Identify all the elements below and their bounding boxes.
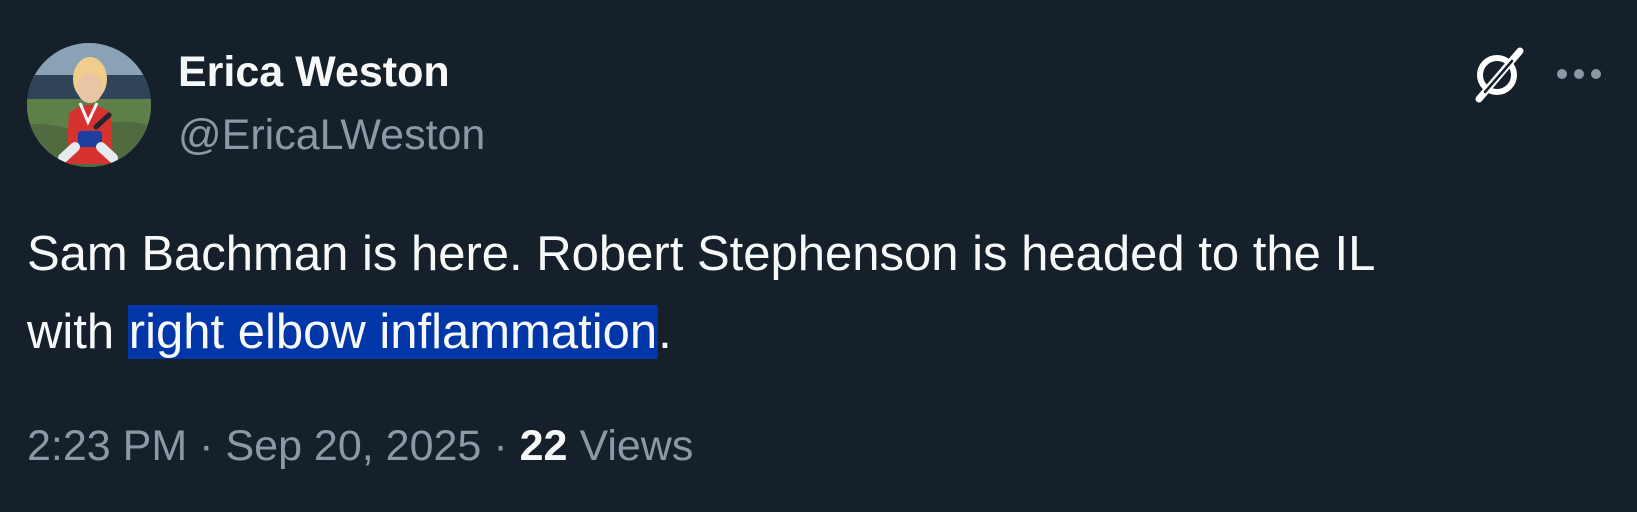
author-handle[interactable]: @EricaLWeston [178,109,485,161]
tweet-meta: 2:23 PM · Sep 20, 2025 · 22 Views [27,416,693,476]
tweet-time[interactable]: 2:23 PM [27,422,187,470]
avatar[interactable] [27,43,151,167]
tweet-text: Sam Bachman is here. Robert Stephenson i… [27,215,1587,371]
views-label[interactable]: Views [579,422,693,470]
more-icon[interactable] [1553,58,1605,90]
meta-separator: · [199,422,214,470]
grok-icon[interactable] [1467,44,1527,104]
tweet-text-after: . [658,305,672,359]
meta-separator: · [493,422,508,470]
tweet-date[interactable]: Sep 20, 2025 [225,422,481,470]
highlighted-text[interactable]: right elbow inflammation [127,305,659,359]
author-name[interactable]: Erica Weston [178,46,450,98]
views-count[interactable]: 22 [520,422,568,470]
tweet-card: Erica Weston @EricaLWeston Sam Bachman i… [0,0,1637,512]
